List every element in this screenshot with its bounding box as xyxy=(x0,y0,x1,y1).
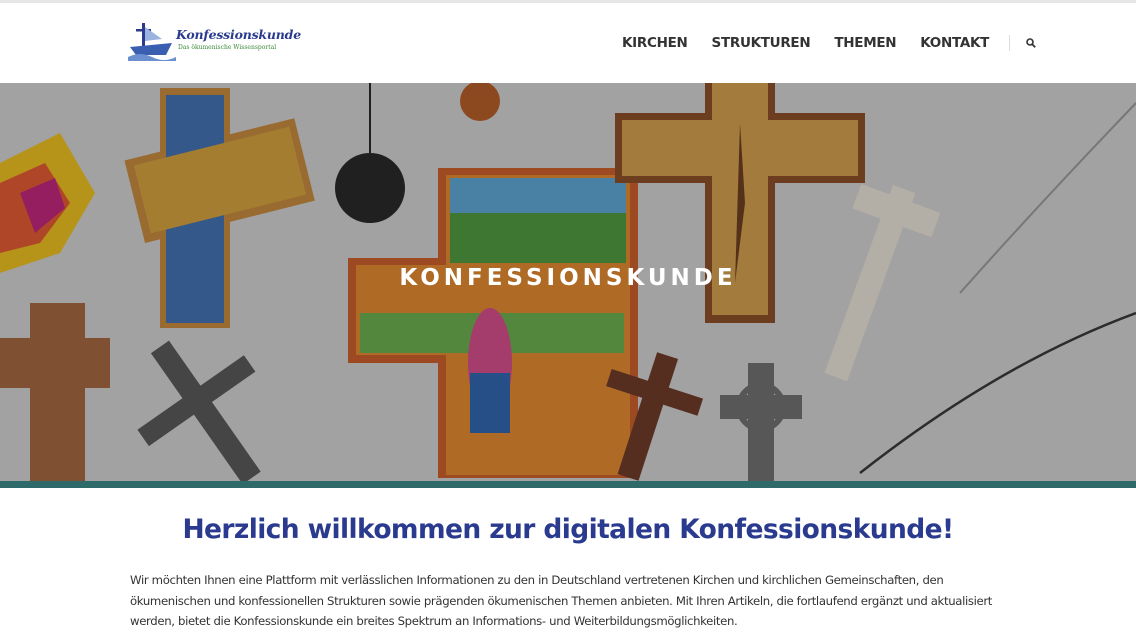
intro-paragraph: Wir möchten Ihnen eine Plattform mit ver… xyxy=(130,573,993,628)
hero-bottom-stripe xyxy=(0,481,1136,488)
welcome-heading: Herzlich willkommen zur digitalen Konfes… xyxy=(182,514,954,545)
site-logo[interactable]: Konfessionskunde Das ökumenische Wissens… xyxy=(128,17,301,65)
hero-banner: KONFESSIONSKUNDE xyxy=(0,83,1136,481)
logo-subtitle: Das ökumenische Wissensportal xyxy=(178,44,277,51)
ship-logo-icon xyxy=(128,23,176,61)
hero-title: KONFESSIONSKUNDE xyxy=(399,265,737,291)
search-button[interactable] xyxy=(1024,36,1038,50)
nav-item-themen[interactable]: THEMEN xyxy=(834,35,896,51)
nav-item-kirchen[interactable]: KIRCHEN xyxy=(622,35,688,51)
logo-title: Konfessionskunde xyxy=(176,27,301,42)
nav-divider xyxy=(1009,35,1011,51)
site-header: Konfessionskunde Das ökumenische Wissens… xyxy=(0,3,1136,83)
nav-item-strukturen[interactable]: STRUKTUREN xyxy=(712,35,811,51)
main-navigation: KIRCHEN STRUKTUREN THEMEN KONTAKT xyxy=(600,3,1038,83)
search-icon xyxy=(1026,38,1036,48)
nav-item-kontakt[interactable]: KONTAKT xyxy=(920,35,989,51)
